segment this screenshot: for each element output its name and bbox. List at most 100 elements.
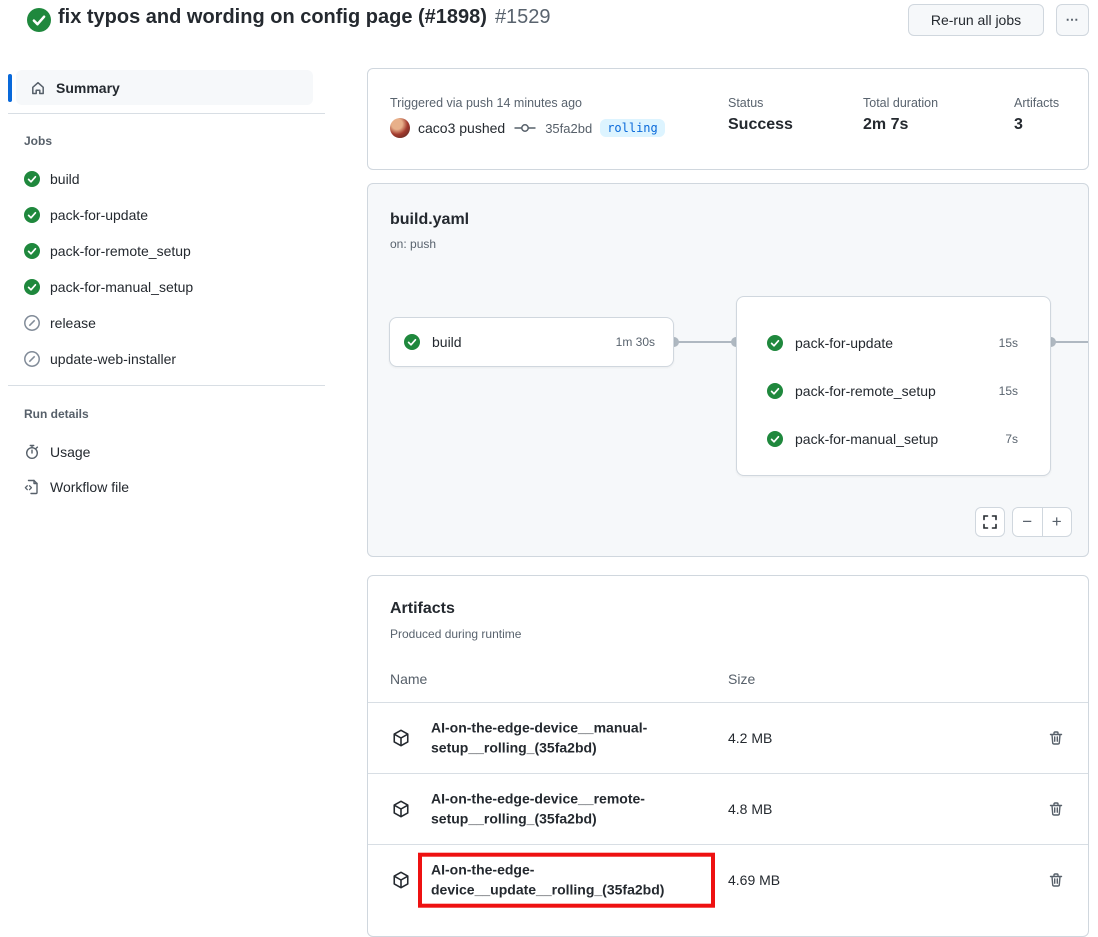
artifact-row: AI-on-the-edge-device__update__rolling_(… xyxy=(368,844,1088,915)
run-detail-label: Workflow file xyxy=(50,479,129,495)
trash-icon[interactable] xyxy=(1048,872,1064,888)
artifact-size: 4.2 MB xyxy=(728,730,772,746)
artifacts-count-label: Artifacts xyxy=(1014,96,1059,110)
sidebar-item-pack-for-update[interactable]: pack-for-update xyxy=(24,207,148,223)
status-value: Success xyxy=(728,116,793,134)
graph-job-label: pack-for-update xyxy=(795,335,893,351)
artifact-name-text: AI-on-the-edge-device__remote-setup__rol… xyxy=(431,789,728,830)
artifact-row: AI-on-the-edge-device__manual-setup__rol… xyxy=(368,702,1088,773)
status-label: Status xyxy=(728,96,763,110)
graph-node-pack-for-remote-setup[interactable]: pack-for-remote_setup 15s xyxy=(737,367,1050,415)
artifact-name-remote-setup[interactable]: AI-on-the-edge-device__remote-setup__rol… xyxy=(431,789,728,830)
commit-sha-link[interactable]: 35fa2bd xyxy=(545,121,592,136)
graph-job-group: pack-for-update 15s pack-for-remote_setu… xyxy=(736,296,1051,476)
more-options-button[interactable]: ⋯ xyxy=(1056,4,1089,36)
job-duration: 15s xyxy=(999,384,1018,398)
run-number: #1529 xyxy=(495,6,551,28)
column-header-name: Name xyxy=(390,671,427,687)
trash-icon[interactable] xyxy=(1048,801,1064,817)
artifacts-table: AI-on-the-edge-device__manual-setup__rol… xyxy=(368,702,1088,915)
success-check-icon xyxy=(27,8,51,32)
selected-indicator xyxy=(8,74,12,102)
graph-node-build[interactable]: build 1m 30s xyxy=(389,317,674,367)
sidebar-item-pack-for-remote-setup[interactable]: pack-for-remote_setup xyxy=(24,243,191,259)
artifacts-count-value: 3 xyxy=(1014,116,1023,134)
graph-node-pack-for-manual-setup[interactable]: pack-for-manual_setup 7s xyxy=(737,415,1050,463)
home-icon xyxy=(30,80,46,96)
artifact-size: 4.69 MB xyxy=(728,872,780,888)
check-circle-icon xyxy=(24,243,40,259)
actor-pushed-text[interactable]: caco3 pushed xyxy=(418,120,505,136)
job-label: update-web-installer xyxy=(50,351,176,367)
zoom-in-button[interactable]: + xyxy=(1043,508,1072,536)
artifact-size: 4.8 MB xyxy=(728,801,772,817)
artifacts-title: Artifacts xyxy=(390,600,455,618)
job-duration: 1m 30s xyxy=(616,335,655,349)
sidebar-item-workflow-file[interactable]: Workflow file xyxy=(24,479,129,495)
sidebar-divider xyxy=(8,113,325,114)
artifact-row: AI-on-the-edge-device__remote-setup__rol… xyxy=(368,773,1088,844)
job-label: pack-for-remote_setup xyxy=(50,243,191,259)
sidebar-divider xyxy=(8,385,325,386)
job-label: build xyxy=(50,171,80,187)
page-title: fix typos and wording on config page (#1… xyxy=(58,6,551,29)
graph-job-label: pack-for-remote_setup xyxy=(795,383,936,399)
avatar[interactable] xyxy=(390,118,410,138)
check-circle-icon xyxy=(767,431,783,447)
run-details-section-label: Run details xyxy=(24,407,89,421)
artifact-name-text: AI-on-the-edge-device__update__rolling_(… xyxy=(418,853,715,908)
package-icon xyxy=(392,800,410,818)
artifact-name-manual-setup[interactable]: AI-on-the-edge-device__manual-setup__rol… xyxy=(431,718,728,759)
sidebar-item-pack-for-manual-setup[interactable]: pack-for-manual_setup xyxy=(24,279,193,295)
zoom-out-button[interactable]: − xyxy=(1013,508,1043,536)
check-circle-icon xyxy=(767,383,783,399)
run-title: fix typos and wording on config page (#1… xyxy=(58,6,487,28)
graph-job-label: build xyxy=(432,334,462,350)
rerun-all-jobs-button[interactable]: Re-run all jobs xyxy=(908,4,1044,36)
fullscreen-button[interactable] xyxy=(975,507,1005,537)
job-label: pack-for-update xyxy=(50,207,148,223)
workflow-trigger-text: on: push xyxy=(390,237,436,251)
sidebar-item-summary[interactable]: Summary xyxy=(16,70,313,105)
graph-connector-line xyxy=(674,341,736,343)
skipped-icon xyxy=(24,351,40,367)
sidebar-item-update-web-installer[interactable]: update-web-installer xyxy=(24,351,176,367)
branch-badge[interactable]: rolling xyxy=(600,119,665,137)
check-circle-icon xyxy=(24,171,40,187)
check-circle-icon xyxy=(404,334,420,350)
trash-icon[interactable] xyxy=(1048,730,1064,746)
artifacts-table-header: Name Size xyxy=(368,671,1088,701)
job-duration: 15s xyxy=(999,336,1018,350)
stopwatch-icon xyxy=(24,444,40,460)
duration-label: Total duration xyxy=(863,96,938,110)
job-duration: 7s xyxy=(1005,432,1018,446)
run-summary-card: Triggered via push 14 minutes ago caco3 … xyxy=(367,68,1089,170)
fullscreen-icon xyxy=(983,515,997,529)
job-label: release xyxy=(50,315,96,331)
sidebar-item-release[interactable]: release xyxy=(24,315,96,331)
duration-value: 2m 7s xyxy=(863,116,908,134)
package-icon xyxy=(392,729,410,747)
sidebar: Summary Jobs build pack-for-update pack-… xyxy=(0,60,340,915)
git-commit-icon xyxy=(513,121,537,135)
jobs-section-label: Jobs xyxy=(24,134,52,148)
sidebar-item-usage[interactable]: Usage xyxy=(24,444,90,460)
trigger-text: Triggered via push 14 minutes ago xyxy=(390,96,582,110)
graph-node-pack-for-update[interactable]: pack-for-update 15s xyxy=(737,319,1050,367)
sidebar-item-build[interactable]: build xyxy=(24,171,80,187)
artifacts-card: Artifacts Produced during runtime Name S… xyxy=(367,575,1089,937)
check-circle-icon xyxy=(24,279,40,295)
artifact-name-text: AI-on-the-edge-device__manual-setup__rol… xyxy=(431,718,728,759)
graph-job-label: pack-for-manual_setup xyxy=(795,431,938,447)
column-header-size: Size xyxy=(728,671,755,687)
workflow-graph-card: build.yaml on: push build 1m 30s pack-fo… xyxy=(367,183,1089,557)
workflow-file-title: build.yaml xyxy=(390,211,469,229)
artifact-name-update-highlighted[interactable]: AI-on-the-edge-device__update__rolling_(… xyxy=(431,860,728,901)
run-header: fix typos and wording on config page (#1… xyxy=(0,0,1098,60)
job-label: pack-for-manual_setup xyxy=(50,279,193,295)
graph-connector-line xyxy=(1051,341,1089,343)
check-circle-icon xyxy=(767,335,783,351)
workflow-file-icon xyxy=(24,479,40,495)
check-circle-icon xyxy=(24,207,40,223)
skipped-icon xyxy=(24,315,40,331)
